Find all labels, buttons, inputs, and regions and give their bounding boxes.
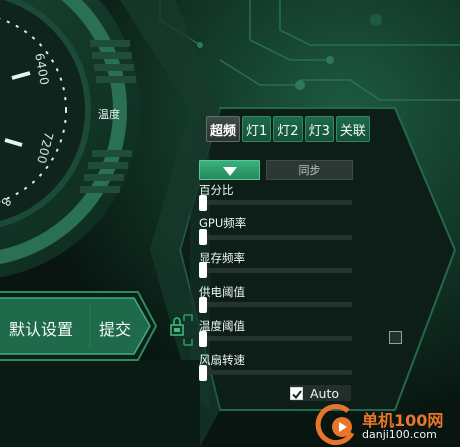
checkmark-icon <box>291 384 302 403</box>
auto-label: Auto <box>310 385 340 401</box>
tab-bar: 超频 灯1 灯2 灯3 关联 <box>206 116 370 142</box>
percent-slider-track[interactable] <box>200 200 352 205</box>
tab-light-3[interactable]: 灯3 <box>304 116 334 142</box>
power-threshold-slider-track[interactable] <box>200 302 352 307</box>
temperature-label: 温度 <box>98 108 120 121</box>
submit-button[interactable]: 提交 <box>99 316 131 340</box>
temperature-threshold-slider-thumb[interactable] <box>199 331 207 347</box>
watermark: 单机100网 danji100.com <box>312 403 460 447</box>
gpu-frequency-slider-track[interactable] <box>200 235 352 240</box>
temperature-threshold-slider-track[interactable] <box>200 336 352 341</box>
watermark-url: danji100.com <box>362 428 437 441</box>
default-settings-button[interactable]: 默认设置 <box>9 316 73 340</box>
tab-light-2[interactable]: 灯2 <box>273 116 303 142</box>
tab-overclock[interactable]: 超频 <box>206 116 241 142</box>
power-threshold-slider-thumb[interactable] <box>199 297 207 313</box>
watermark-logo-icon <box>315 404 355 445</box>
fan-speed-slider-thumb[interactable] <box>199 365 207 381</box>
percent-slider-thumb[interactable] <box>199 195 207 211</box>
tab-light-1[interactable]: 灯1 <box>242 116 272 142</box>
auto-checkbox[interactable] <box>290 384 303 403</box>
memory-frequency-slider-thumb[interactable] <box>199 262 207 278</box>
temperature-link-checkbox[interactable] <box>389 331 402 344</box>
lock-icon[interactable] <box>170 313 198 351</box>
auto-toggle[interactable]: Auto <box>290 384 352 403</box>
triangle-down-icon <box>222 161 237 180</box>
tab-link[interactable]: 关联 <box>335 116 370 142</box>
sync-button[interactable]: 同步 <box>266 160 353 180</box>
fan-speed-slider-track[interactable] <box>200 370 352 375</box>
action-button-group: 默认设置 提交 <box>0 286 160 366</box>
profile-dropdown-button[interactable] <box>199 160 260 180</box>
gpu-frequency-slider-thumb[interactable] <box>199 229 207 245</box>
memory-frequency-slider-track[interactable] <box>200 268 352 273</box>
